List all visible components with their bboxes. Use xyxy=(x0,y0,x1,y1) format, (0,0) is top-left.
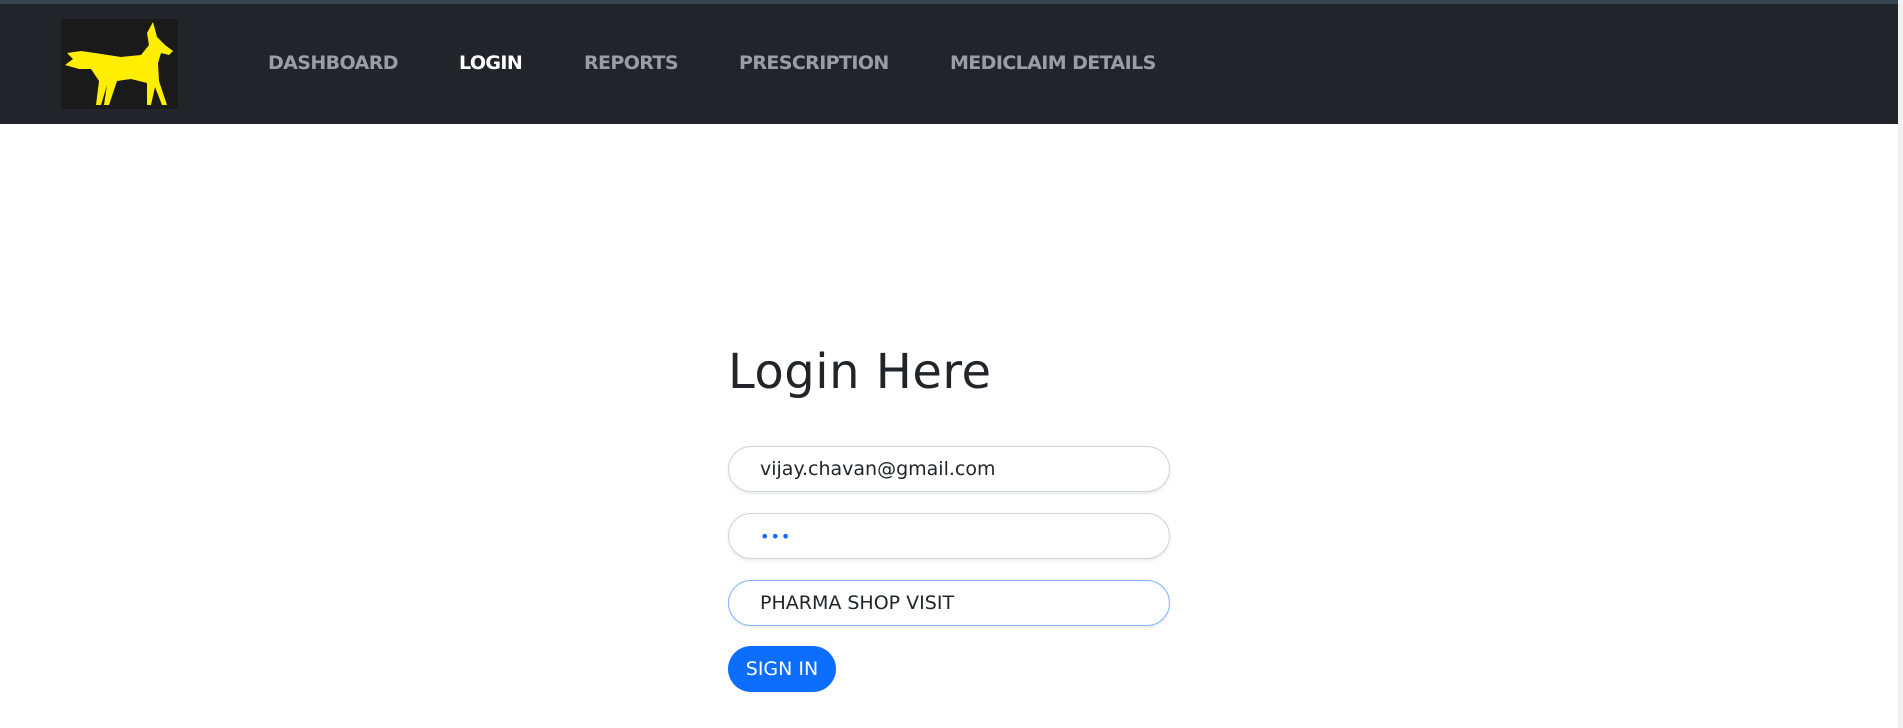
password-input[interactable] xyxy=(728,513,1170,559)
email-input[interactable] xyxy=(728,446,1170,492)
page-title: Login Here xyxy=(728,344,992,400)
scrollbar[interactable] xyxy=(1898,0,1903,728)
visit-purpose-input[interactable] xyxy=(728,580,1170,626)
nav-mediclaim-details[interactable]: MEDICLAIM DETAILS xyxy=(950,52,1156,74)
sign-in-button[interactable]: SIGN IN xyxy=(728,646,836,692)
nav-prescription[interactable]: PRESCRIPTION xyxy=(739,52,889,74)
nav-dashboard[interactable]: DASHBOARD xyxy=(268,52,399,74)
nav-login[interactable]: LOGIN xyxy=(459,52,523,74)
navbar: DASHBOARD LOGIN REPORTS PRESCRIPTION MED… xyxy=(0,4,1898,124)
nav-reports[interactable]: REPORTS xyxy=(584,52,679,74)
fox-logo-icon[interactable] xyxy=(61,19,178,109)
